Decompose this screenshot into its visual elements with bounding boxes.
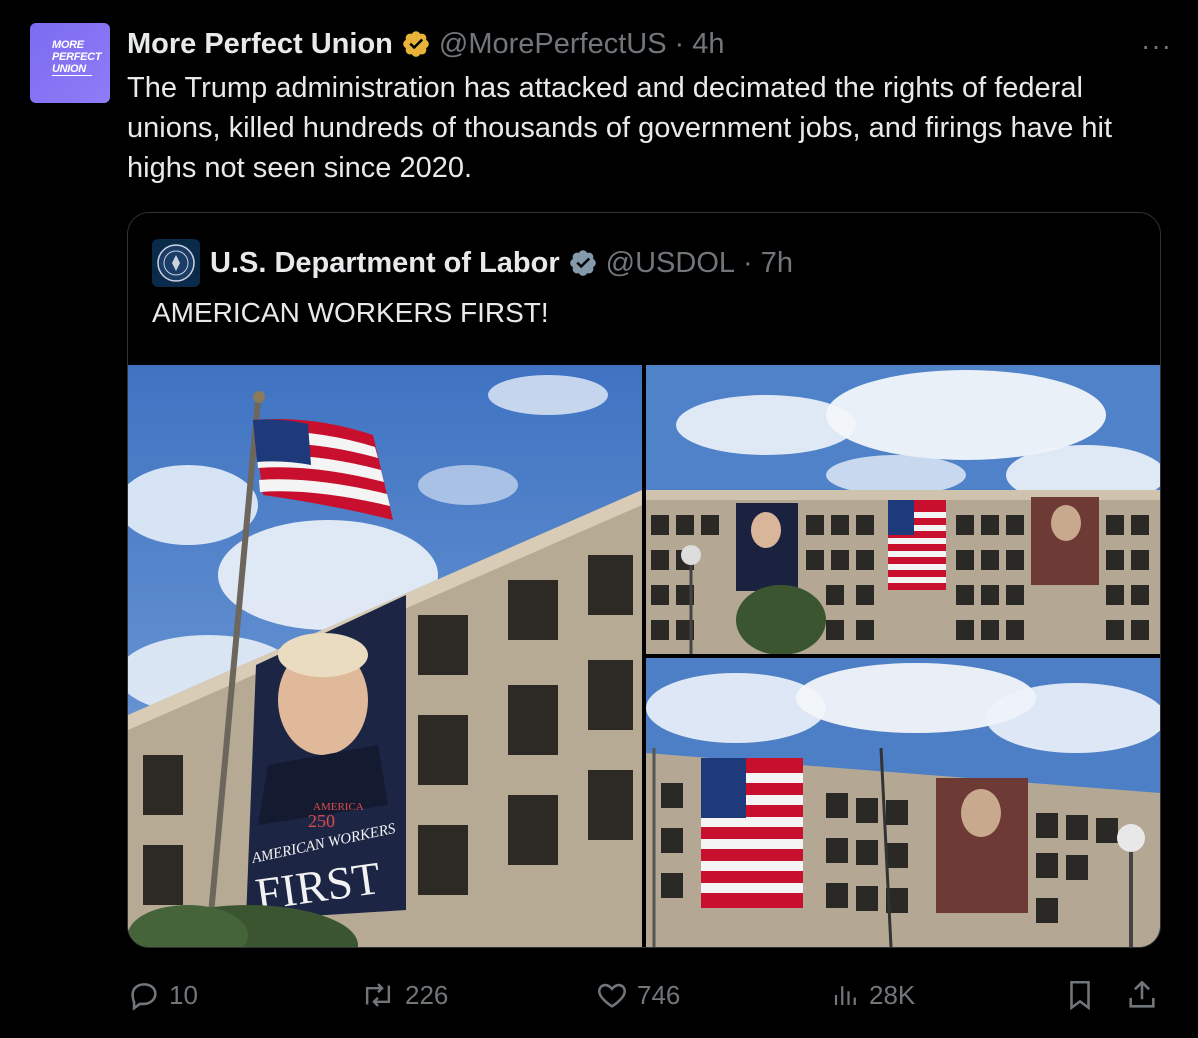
heart-icon xyxy=(598,983,626,1008)
author-name[interactable]: More Perfect Union xyxy=(127,28,393,61)
quote-separator: · xyxy=(743,246,753,279)
verified-badge-icon[interactable] xyxy=(401,29,431,59)
media-photo-flag-banner[interactable]: AMERICA 250 AMERICAN WORKERS FIRST xyxy=(128,365,642,947)
quote-header: U.S. Department of Labor @USDOL · 7h xyxy=(152,239,793,287)
repost-icon xyxy=(365,983,391,1007)
tweet-header: More Perfect Union @MorePerfectUS · 4h xyxy=(127,25,1158,63)
like-button[interactable]: 746 xyxy=(595,975,680,1015)
verified-badge-icon[interactable] xyxy=(568,248,598,278)
media-grid: AMERICA 250 AMERICAN WORKERS FIRST xyxy=(128,365,1160,947)
dol-seal-icon xyxy=(157,244,195,282)
reply-count: 10 xyxy=(169,979,198,1010)
views-icon xyxy=(834,986,856,1005)
action-bar: 10 226 746 28K xyxy=(127,975,1167,1015)
quote-time[interactable]: 7h xyxy=(761,247,793,280)
quoted-tweet[interactable]: U.S. Department of Labor @USDOL · 7h AME… xyxy=(127,212,1161,948)
reply-icon xyxy=(131,983,157,1011)
banner-250: 250 xyxy=(308,811,335,831)
share-button[interactable] xyxy=(1125,975,1167,1015)
media-photo-building-banners[interactable] xyxy=(646,365,1160,654)
bookmark-icon xyxy=(1070,980,1090,1011)
quote-author-handle[interactable]: @USDOL xyxy=(606,247,735,280)
author-avatar[interactable]: MORE PERFECT UNION xyxy=(30,23,110,103)
quote-author-name[interactable]: U.S. Department of Labor xyxy=(210,247,560,280)
union-logo: MORE PERFECT UNION xyxy=(52,39,110,76)
author-handle[interactable]: @MorePerfectUS xyxy=(439,28,667,61)
tweet-text: The Trump administration has attacked an… xyxy=(127,72,1113,184)
media-photo-building-flags[interactable] xyxy=(646,658,1160,947)
more-icon[interactable]: ··· xyxy=(1141,30,1172,62)
views-button[interactable]: 28K xyxy=(831,975,915,1015)
quote-author-avatar[interactable] xyxy=(152,239,200,287)
avatar-line-3: UNION xyxy=(52,63,92,76)
quote-text: AMERICAN WORKERS FIRST! xyxy=(152,297,549,328)
repost-count: 226 xyxy=(405,979,449,1010)
like-count: 746 xyxy=(637,979,681,1010)
view-count: 28K xyxy=(869,979,916,1010)
reply-button[interactable]: 10 xyxy=(127,975,198,1015)
avatar-line-1: MORE xyxy=(52,39,84,51)
tweet-time[interactable]: 4h xyxy=(692,28,724,61)
bookmark-button[interactable] xyxy=(1063,975,1105,1015)
header-separator: · xyxy=(674,27,685,60)
avatar-line-2: PERFECT xyxy=(52,51,102,63)
repost-button[interactable]: 226 xyxy=(359,975,448,1015)
share-icon xyxy=(1129,980,1155,1008)
